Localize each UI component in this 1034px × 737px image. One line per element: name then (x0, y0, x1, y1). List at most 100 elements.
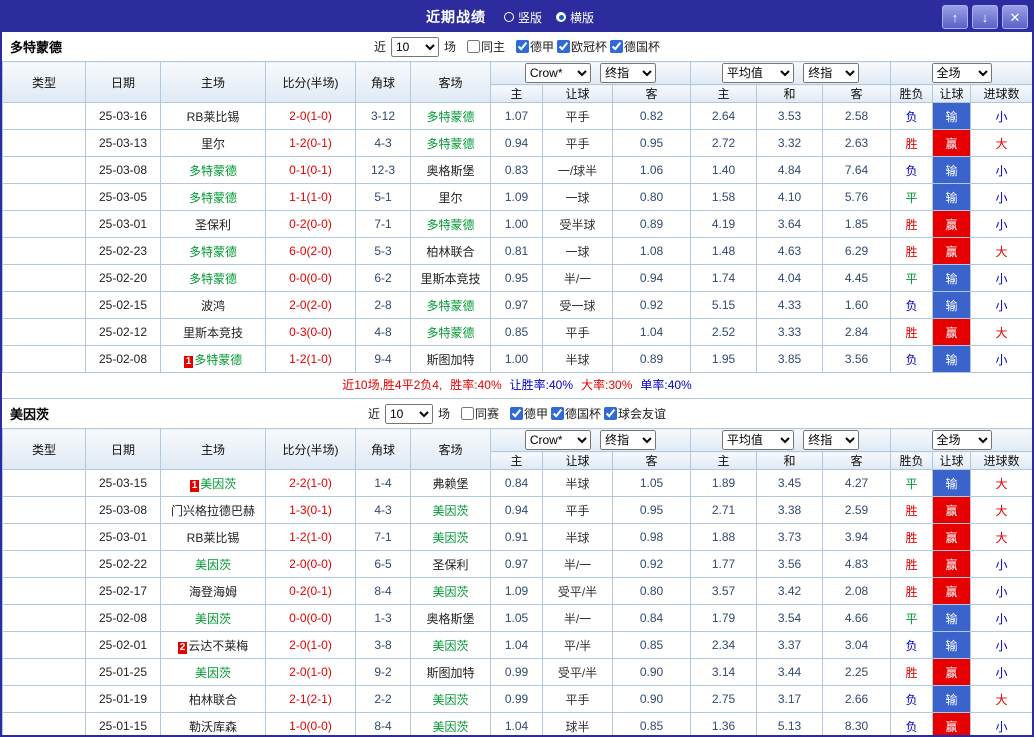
filter-checkbox-league-2[interactable]: 欧冠杯 (557, 38, 607, 55)
date-cell: 25-03-15 (85, 469, 161, 497)
filter-checkbox-league-1[interactable]: 德甲 (510, 405, 548, 422)
away-team-cell[interactable]: 多特蒙德 (410, 210, 491, 238)
league-checkbox[interactable] (551, 407, 565, 420)
home-team-cell[interactable]: 柏林联合 (160, 685, 266, 713)
home-team-cell[interactable]: 里尔 (160, 129, 266, 157)
home-team-cell[interactable]: 美因茨 (160, 658, 266, 686)
away-team-cell[interactable]: 美因茨 (410, 577, 491, 605)
home-team-cell[interactable]: RB莱比锡 (160, 523, 266, 551)
radio-vertical-layout[interactable]: 竖版 (503, 9, 542, 26)
handicap-cell: 半/一 (542, 604, 613, 632)
league-cell: 德甲 (2, 658, 86, 686)
avg-stage-select[interactable]: 终指 (803, 63, 860, 83)
filter-games-label: 场 (437, 407, 450, 421)
away-team-cell[interactable]: 美因茨 (410, 496, 491, 524)
home-team-cell[interactable]: 波鸿 (160, 291, 266, 319)
average-select[interactable]: 平均值 (721, 63, 794, 83)
home-team-cell[interactable]: RB莱比锡 (160, 102, 266, 130)
match-row: 德甲 25-02-08 1 多特蒙德 1-2(1-0) 9-4 斯图加特 1.00 半球 0.89… (2, 345, 1032, 373)
away-team-cell[interactable]: 多特蒙德 (410, 318, 491, 346)
filter-checkbox-same-home[interactable]: 同主 (466, 38, 505, 55)
bookmaker-select[interactable]: Crow* (524, 430, 591, 450)
home-team-cell[interactable]: 多特蒙德 (160, 237, 266, 265)
match-count-select[interactable]: 10 (390, 36, 439, 57)
radio-horizontal-layout[interactable]: 横版 (556, 9, 594, 26)
away-team-cell[interactable]: 多特蒙德 (410, 102, 491, 130)
scope-select[interactable]: 全场 (931, 430, 992, 450)
scroll-up-button[interactable]: ↑ (942, 5, 968, 29)
same-home-checkbox[interactable] (466, 40, 480, 53)
away-team-cell[interactable]: 里斯本竞技 (410, 264, 491, 292)
result-cell: 胜 (890, 237, 934, 265)
away-team-cell[interactable]: 里尔 (410, 183, 491, 211)
match-count-select[interactable]: 10 (384, 403, 433, 424)
odds-stage-select[interactable]: 终指 (600, 430, 657, 450)
result-cell: 胜 (890, 550, 934, 578)
home-team-cell[interactable]: 圣保利 (160, 210, 266, 238)
odds-cell: 1.05 (490, 604, 543, 632)
home-team-cell[interactable]: 美因茨 (160, 550, 266, 578)
away-team-cell[interactable]: 圣保利 (410, 550, 491, 578)
league-checkbox[interactable] (610, 40, 624, 53)
filter-checkbox-same-event[interactable]: 同赛 (460, 405, 499, 422)
match-row: 欧冠杯 25-03-13 里尔 1-2(0-1) 4-3 多特蒙德 0.94 平手 0.95 2.… (2, 129, 1032, 157)
result-cell: 负 (890, 156, 934, 184)
odds-stage-select[interactable]: 终指 (600, 63, 657, 83)
home-team-cell[interactable]: 2 云达不莱梅 (160, 631, 266, 659)
filter-checkbox-league-3[interactable]: 德国杯 (610, 38, 660, 55)
odds-cell: 4.19 (690, 210, 758, 238)
match-row: 欧冠杯 25-02-12 里斯本竞技 0-3(0-0) 4-8 多特蒙德 0.85 平手 1.0… (2, 318, 1032, 346)
handicap-result-cell: 赢 (932, 129, 972, 157)
bookmaker-select[interactable]: Crow* (524, 63, 591, 83)
filter-checkbox-league-3[interactable]: 球会友谊 (604, 405, 666, 422)
home-team-cell[interactable]: 海登海姆 (160, 577, 266, 605)
away-team-cell[interactable]: 奥格斯堡 (410, 156, 491, 184)
away-team-cell[interactable]: 斯图加特 (410, 658, 491, 686)
home-team-cell[interactable]: 1 美因茨 (160, 469, 266, 497)
away-team-cell[interactable]: 多特蒙德 (410, 129, 491, 157)
odds-cell: 4.63 (756, 237, 824, 265)
handicap-cell: 平手 (542, 685, 613, 713)
subcol-avg-home: 主 (690, 451, 758, 470)
result-group-scope: 全场 (890, 428, 1032, 452)
radio-horizontal-label: 横版 (570, 10, 595, 25)
away-team-cell[interactable]: 弗赖堡 (410, 469, 491, 497)
league-checkbox[interactable] (510, 407, 523, 420)
avg-stage-select[interactable]: 终指 (803, 430, 860, 450)
subcol-avg-draw: 和 (756, 84, 824, 103)
home-team-cell[interactable]: 1 多特蒙德 (160, 345, 266, 373)
away-team-cell[interactable]: 美因茨 (410, 631, 491, 659)
home-team-cell[interactable]: 里斯本竞技 (160, 318, 266, 346)
handicap-result-cell: 赢 (932, 712, 972, 735)
scope-select[interactable]: 全场 (931, 63, 992, 83)
same-event-checkbox[interactable] (460, 407, 474, 420)
home-team-cell[interactable]: 多特蒙德 (160, 264, 266, 292)
odds-cell: 3.56 (822, 345, 892, 373)
odds-cell: 1.95 (690, 345, 758, 373)
home-team-cell[interactable]: 门兴格拉德巴赫 (160, 496, 266, 524)
league-checkbox[interactable] (604, 407, 618, 420)
average-select[interactable]: 平均值 (721, 430, 794, 450)
home-team-cell[interactable]: 美因茨 (160, 604, 266, 632)
league-checkbox[interactable] (557, 40, 571, 53)
away-team-cell[interactable]: 美因茨 (410, 712, 491, 735)
odds-cell: 1.07 (490, 102, 543, 130)
league-checkbox[interactable] (516, 40, 529, 53)
away-team-cell[interactable]: 美因茨 (410, 523, 491, 551)
away-team-cell[interactable]: 柏林联合 (410, 237, 491, 265)
odds-cell: 3.33 (756, 318, 824, 346)
home-team-cell[interactable]: 多特蒙德 (160, 183, 266, 211)
close-button[interactable]: ✕ (1002, 5, 1028, 29)
home-team-cell[interactable]: 勒沃库森 (160, 712, 266, 735)
away-team-cell[interactable]: 多特蒙德 (410, 291, 491, 319)
away-team-cell[interactable]: 美因茨 (410, 685, 491, 713)
away-team-cell[interactable]: 奥格斯堡 (410, 604, 491, 632)
summary-line: 近10场,胜4平2负4, 胜率:40% 让胜率:40% 大率:30% 单率:40% (2, 373, 1032, 399)
away-team-cell[interactable]: 斯图加特 (410, 345, 491, 373)
filter-checkbox-league-2[interactable]: 德国杯 (551, 405, 601, 422)
subcol-goals: 进球数 (970, 451, 1032, 470)
match-row: 欧冠杯 25-02-20 多特蒙德 0-0(0-0) 6-2 里斯本竞技 0.95 半/一 0.… (2, 264, 1032, 292)
scroll-down-button[interactable]: ↓ (972, 5, 998, 29)
home-team-cell[interactable]: 多特蒙德 (160, 156, 266, 184)
filter-checkbox-league-1[interactable]: 德甲 (516, 38, 554, 55)
